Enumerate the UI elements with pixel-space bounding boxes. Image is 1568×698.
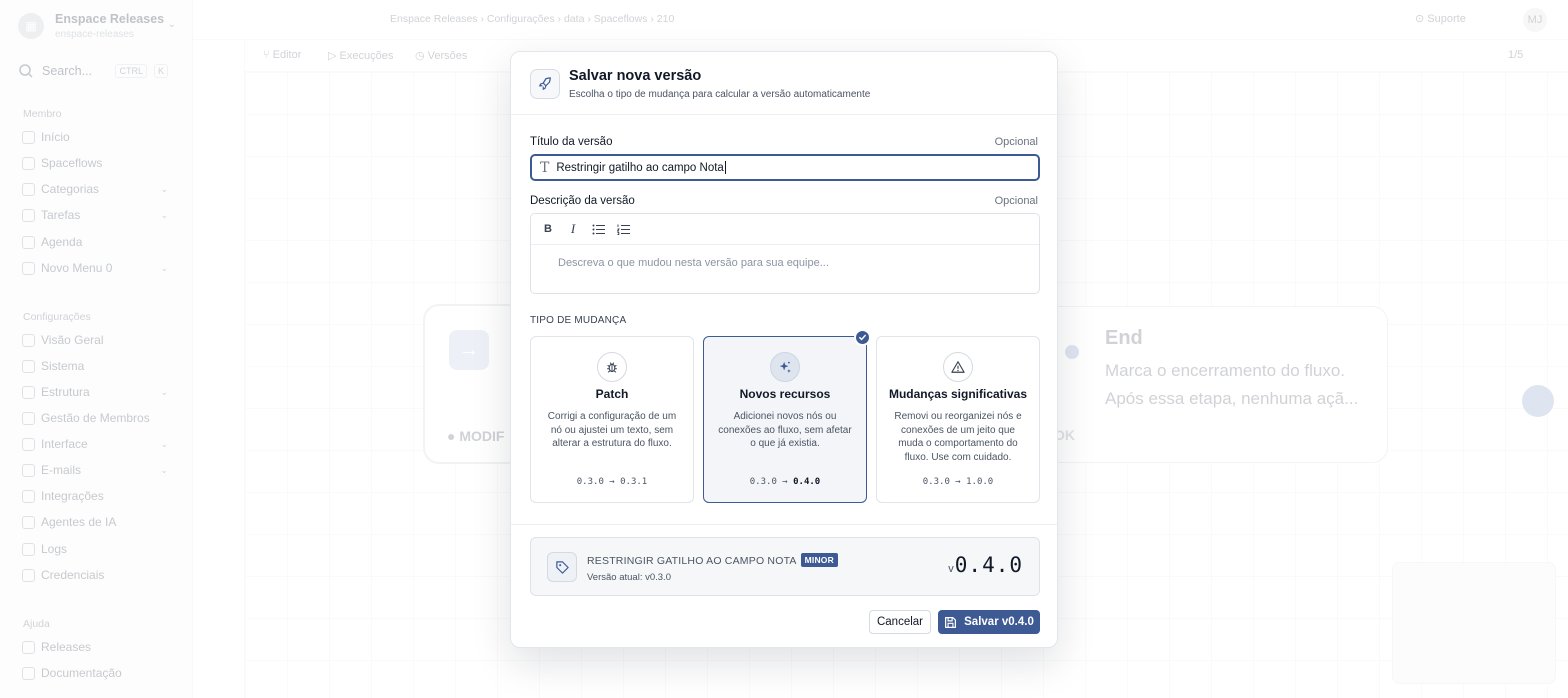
new-version-prefix: v [948, 563, 954, 575]
card-version-change: 0.3.0 → 0.3.1 [576, 477, 648, 487]
card-version-change: 0.3.0 → 0.4.0 [749, 477, 821, 487]
sparkles-icon [770, 352, 800, 382]
version-title-value: Restringir gatilho ao campo Nota [556, 161, 724, 174]
description-editor[interactable]: B I Descreva o que mudou nesta versão pa… [530, 213, 1040, 294]
new-version: v 0.4.0 [948, 553, 1023, 577]
version-summary: RESTRINGIR GATILHO AO CAMPO NOTA MINOR Ve… [530, 537, 1040, 596]
description-label: Descrição da versão [530, 195, 635, 207]
card-title: Novos recursos [739, 387, 831, 401]
text-cursor [724, 161, 726, 174]
change-card-minor[interactable]: Novos recursos Adicionei novos nós ou co… [703, 336, 867, 503]
version-title-input[interactable]: T Restringir gatilho ao campo Nota [530, 154, 1040, 181]
version-from: 0.3.0 [922, 477, 950, 487]
modal-header: Salvar nova versão Escolha o tipo de mud… [511, 52, 1057, 115]
version-from: 0.3.0 [749, 477, 777, 487]
new-version-number: 0.4.0 [954, 553, 1023, 577]
save-version-button[interactable]: Salvar v0.4.0 [938, 610, 1040, 634]
save-icon [945, 616, 957, 628]
version-to: 1.0.0 [966, 477, 994, 487]
warning-icon [943, 352, 973, 382]
version-from: 0.3.0 [576, 477, 604, 487]
version-to: 0.4.0 [793, 477, 821, 487]
numbered-list-icon[interactable] [615, 221, 631, 237]
change-type-label: TIPO DE MUDANÇA [530, 315, 627, 326]
current-version: Versão atual: v0.3.0 [587, 572, 671, 583]
summary-title-row: RESTRINGIR GATILHO AO CAMPO NOTA MINOR [587, 553, 838, 567]
card-description: Adicionei novos nós ou conexões ao fluxo… [718, 411, 852, 449]
summary-title: RESTRINGIR GATILHO AO CAMPO NOTA [587, 555, 797, 567]
change-type-badge: MINOR [800, 553, 838, 567]
title-label: Título da versão [530, 136, 613, 148]
card-description: Removi ou reorganizei nós e conexões de … [894, 411, 1022, 463]
card-version-change: 0.3.0 → 1.0.0 [922, 477, 994, 487]
save-version-modal: Salvar nova versão Escolha o tipo de mud… [510, 51, 1058, 648]
editor-toolbar: B I [531, 214, 1039, 245]
rocket-icon [530, 69, 560, 99]
card-title: Mudanças significativas [888, 387, 1028, 401]
cancel-button[interactable]: Cancelar [869, 610, 931, 634]
divider [511, 524, 1057, 525]
version-to: 0.3.1 [620, 477, 648, 487]
title-optional: Opcional [994, 136, 1038, 148]
change-card-patch[interactable]: Patch Corrigi a configuração de um nó ou… [530, 336, 694, 503]
bug-icon [597, 352, 627, 382]
modal-subtitle: Escolha o tipo de mudança para calcular … [569, 89, 871, 100]
change-card-major[interactable]: Mudanças significativas Removi ou reorga… [876, 336, 1040, 503]
description-placeholder: Descreva o que mudou nesta versão para s… [558, 257, 829, 269]
bold-icon[interactable]: B [540, 221, 556, 237]
card-description: Corrigi a configuração de um nó ou ajust… [547, 411, 677, 449]
bullet-list-icon[interactable] [590, 221, 606, 237]
save-label: Salvar v0.4.0 [964, 616, 1034, 628]
description-optional: Opcional [994, 195, 1038, 207]
text-type-icon: T [540, 159, 550, 176]
modal-title: Salvar nova versão [569, 68, 702, 84]
italic-icon[interactable]: I [565, 221, 581, 237]
card-title: Patch [595, 387, 629, 401]
selected-check-icon [854, 329, 871, 346]
tag-icon [547, 552, 577, 582]
